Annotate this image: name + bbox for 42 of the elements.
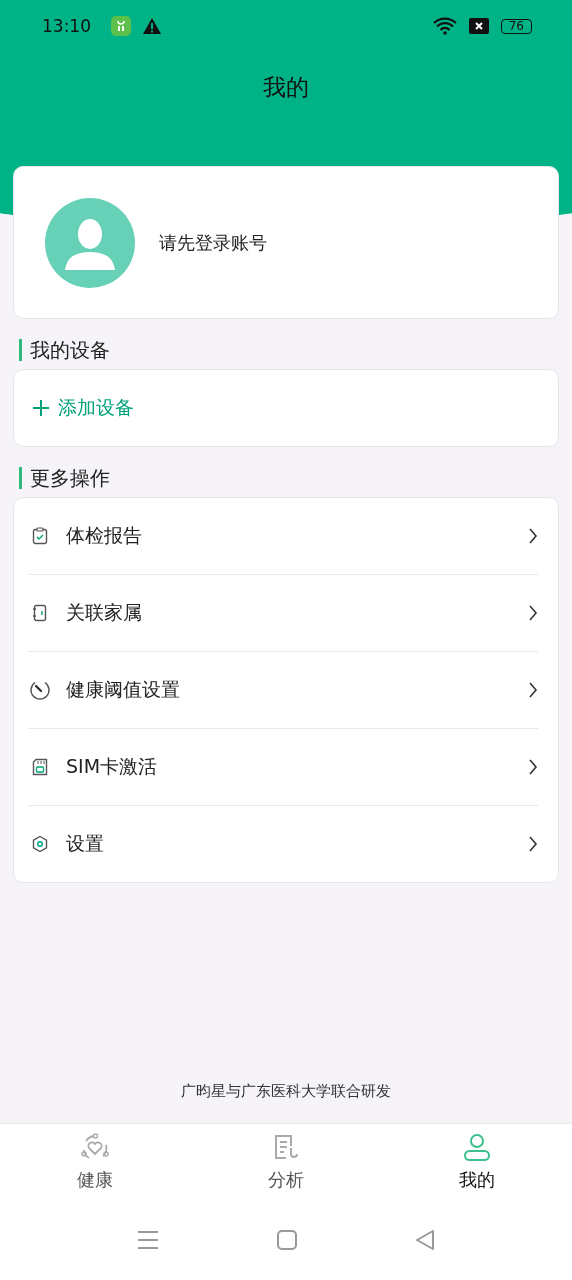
menu-item-label: 设置 xyxy=(66,831,105,856)
chevron-right-icon xyxy=(528,835,538,853)
section-title: 更多操作 xyxy=(19,467,110,489)
chevron-right-icon xyxy=(528,527,538,545)
menu-item-label: 健康阈值设置 xyxy=(66,677,181,702)
profile-card[interactable]: 请先登录账号 xyxy=(13,166,559,319)
avatar-icon xyxy=(45,197,135,288)
page-title: 我的 xyxy=(262,73,310,102)
section-title: 我的设备 xyxy=(19,339,110,361)
clipboard-check-icon xyxy=(32,527,48,545)
chevron-right-icon xyxy=(528,758,538,776)
menu-item[interactable]: 设置 xyxy=(28,805,538,882)
gauge-icon xyxy=(29,679,51,701)
warning-icon xyxy=(143,18,161,34)
tab[interactable]: 分析 xyxy=(226,1124,346,1208)
battery-indicator: 76 xyxy=(500,18,532,34)
person-icon xyxy=(461,1132,492,1162)
login-prompt: 请先登录账号 xyxy=(159,230,267,255)
tab[interactable]: 健康 xyxy=(35,1124,156,1208)
menu-icon[interactable] xyxy=(137,1230,159,1250)
heart-icon xyxy=(80,1132,111,1162)
app-notification-icon xyxy=(111,16,131,36)
menu-item[interactable]: 体检报告 xyxy=(28,498,538,574)
credits-text: 广昀星与广东医科大学联合研发 xyxy=(180,1082,392,1102)
menu-item[interactable]: SIM卡激活 xyxy=(28,728,538,805)
chevron-right-icon xyxy=(528,681,538,699)
menu-item-label: 体检报告 xyxy=(66,523,143,548)
sim-card-icon xyxy=(32,758,48,776)
wifi-icon xyxy=(432,17,457,35)
plus-icon xyxy=(32,399,50,417)
tab[interactable]: 我的 xyxy=(416,1124,537,1208)
menu-item-label: 关联家属 xyxy=(66,600,143,625)
notebook-icon xyxy=(32,604,48,622)
status-time: 13:10 xyxy=(42,16,91,36)
menu-item[interactable]: 健康阈值设置 xyxy=(28,651,538,728)
settings-icon xyxy=(31,835,49,853)
no-sim-icon xyxy=(468,18,489,34)
menu-item[interactable]: 关联家属 xyxy=(28,574,538,651)
home-icon[interactable] xyxy=(277,1230,297,1250)
back-icon[interactable] xyxy=(415,1230,435,1250)
chevron-right-icon xyxy=(528,604,538,622)
menu-item-label: SIM卡激活 xyxy=(66,754,159,779)
